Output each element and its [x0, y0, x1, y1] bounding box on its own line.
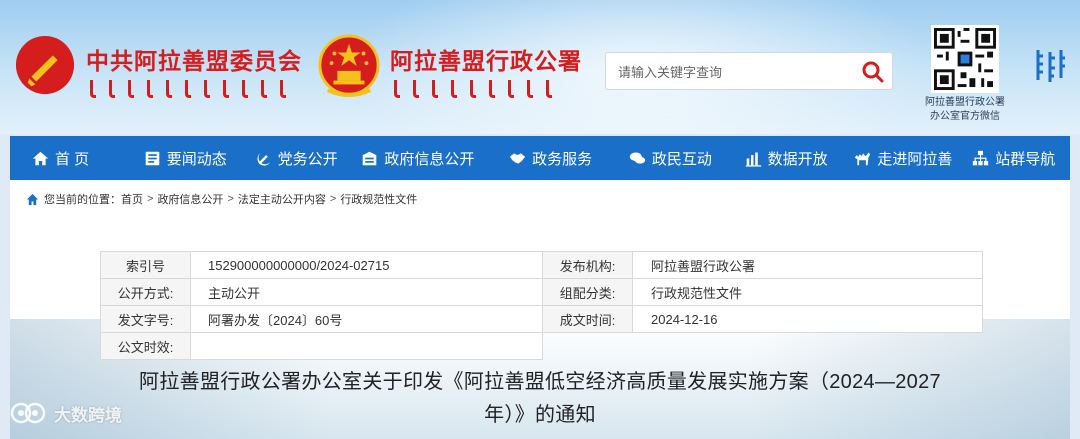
- breadcrumb-separator: >: [227, 193, 234, 205]
- breadcrumb-item-normative[interactable]: 行政规范性文件: [340, 191, 417, 207]
- party-icon: [257, 152, 270, 166]
- nav-item-info[interactable]: 政府信息公开: [361, 136, 501, 180]
- nav-item-label: 党务公开: [277, 150, 338, 168]
- breadcrumb-item-home[interactable]: 首页: [121, 191, 143, 207]
- nav-item-news[interactable]: 要闻动态: [130, 136, 247, 180]
- watermark: 大数跨境: [8, 400, 122, 426]
- site-header: 中共阿拉善盟委员会 阿拉善盟行政公署 阿拉善盟行: [0, 0, 1080, 134]
- info-icon: [363, 151, 377, 165]
- main-nav: 首 页 要闻动态 党务公开 政府信息公开 政务服务 政民互动 数据开放 走进阿拉…: [10, 136, 1070, 180]
- nav-item-service[interactable]: 政务服务: [501, 136, 617, 180]
- nav-item-label: 首 页: [55, 150, 90, 168]
- qr-caption-line1: 阿拉善盟行政公署: [925, 97, 1005, 108]
- mongolian-gov-name: [394, 80, 565, 102]
- nav-item-sitemap[interactable]: 站群导航: [964, 136, 1070, 180]
- meta-value-category: 行政规范性文件: [632, 278, 983, 306]
- meta-row: 发文字号: 阿署办发〔2024〕60号 成文时间: 2024-12-16: [100, 305, 983, 333]
- meta-label-disclosure: 公开方式:: [100, 278, 191, 306]
- nav-item-label: 数据开放: [767, 150, 828, 168]
- meta-value-validity: [190, 332, 543, 360]
- search-box: [605, 52, 893, 90]
- nav-item-label: 政务服务: [532, 150, 593, 168]
- chart-icon: [745, 152, 761, 167]
- meta-row: 公文时效:: [100, 332, 983, 360]
- nav-item-home[interactable]: 首 页: [10, 136, 130, 180]
- breadcrumb-separator: >: [329, 193, 337, 205]
- handshake-icon: [509, 152, 526, 164]
- meta-label-index: 索引号: [100, 251, 191, 279]
- meta-value-written-date: 2024-12-16: [632, 305, 983, 333]
- search-input[interactable]: [618, 61, 848, 83]
- national-emblem-icon: [318, 34, 380, 98]
- mongolian-script-icon[interactable]: [1032, 46, 1068, 86]
- document-title-line2: 年）》的通知: [484, 404, 596, 426]
- nav-item-label: 政府信息公开: [384, 150, 475, 168]
- breadcrumb-prefix: 您当前的位置：: [44, 194, 121, 206]
- nav-item-alxa[interactable]: 走进阿拉善: [842, 136, 964, 180]
- qr-caption: 阿拉善盟行政公署 办公室官方微信: [906, 96, 1024, 124]
- meta-label-category: 组配分类:: [542, 278, 633, 306]
- meta-row: 索引号 152900000000000/2024-02715 发布机构: 阿拉善…: [100, 251, 983, 279]
- meta-value-doc-number: 阿署办发〔2024〕60号: [190, 305, 543, 333]
- qr-code-icon: [931, 25, 999, 93]
- meta-value-disclosure: 主动公开: [190, 278, 543, 306]
- meta-label-publisher: 发布机构:: [542, 251, 633, 279]
- party-emblem-icon: [15, 35, 75, 95]
- news-icon: [145, 151, 160, 165]
- nav-item-label: 走进阿拉善: [877, 150, 953, 168]
- mongolian-party-name: [90, 80, 299, 102]
- breadcrumb-item-statutory[interactable]: 法定主动公开内容: [238, 191, 326, 207]
- content-area: 您当前的位置： 首页 > 政府信息公开 > 法定主动公开内容 > 行政规范性文件…: [10, 180, 1070, 439]
- nav-item-label: 站群导航: [995, 150, 1056, 168]
- meta-label-validity: 公文时效:: [100, 332, 191, 360]
- meta-row: 公开方式: 主动公开 组配分类: 行政规范性文件: [100, 278, 983, 306]
- home-icon: [32, 151, 49, 165]
- document-title: 阿拉善盟行政公署办公室关于印发《阿拉善盟低空经济高质量发展实施方案（2024—2…: [80, 366, 1000, 432]
- watermark-text: 大数跨境: [54, 405, 122, 425]
- meta-label-written-date: 成文时间:: [542, 305, 633, 333]
- nav-item-party[interactable]: 党务公开: [247, 136, 362, 180]
- sitemap-icon: [973, 150, 989, 165]
- breadcrumb-separator: >: [147, 193, 154, 205]
- gov-name: 阿拉善盟行政公署: [390, 48, 582, 74]
- document-meta-table: 索引号 152900000000000/2024-02715 发布机构: 阿拉善…: [100, 251, 983, 360]
- home-icon: [26, 193, 39, 205]
- meta-value-index: 152900000000000/2024-02715: [190, 251, 543, 279]
- party-name: 中共阿拉善盟委员会: [86, 48, 302, 74]
- nav-item-label: 要闻动态: [166, 150, 227, 168]
- watermark-logo-icon: [10, 402, 46, 424]
- nav-item-interaction[interactable]: 政民互动: [617, 136, 735, 180]
- breadcrumb: 您当前的位置： 首页 > 政府信息公开 > 法定主动公开内容 > 行政规范性文件: [26, 190, 417, 208]
- breadcrumb-item-gov-info[interactable]: 政府信息公开: [157, 191, 223, 207]
- nav-item-data[interactable]: 数据开放: [735, 136, 843, 180]
- meta-label-doc-number: 发文字号:: [100, 305, 191, 333]
- meta-value-publisher: 阿拉善盟行政公署: [632, 251, 983, 279]
- qr-caption-line2: 办公室官方微信: [930, 111, 1000, 122]
- chat-icon: [629, 152, 645, 164]
- meta-empty-cell: [543, 333, 983, 360]
- nav-item-label: 政民互动: [651, 150, 712, 168]
- search-icon[interactable]: [860, 59, 886, 85]
- document-title-line1: 阿拉善盟行政公署办公室关于印发《阿拉善盟低空经济高质量发展实施方案（2024—2…: [139, 371, 941, 393]
- camel-icon: [855, 152, 871, 165]
